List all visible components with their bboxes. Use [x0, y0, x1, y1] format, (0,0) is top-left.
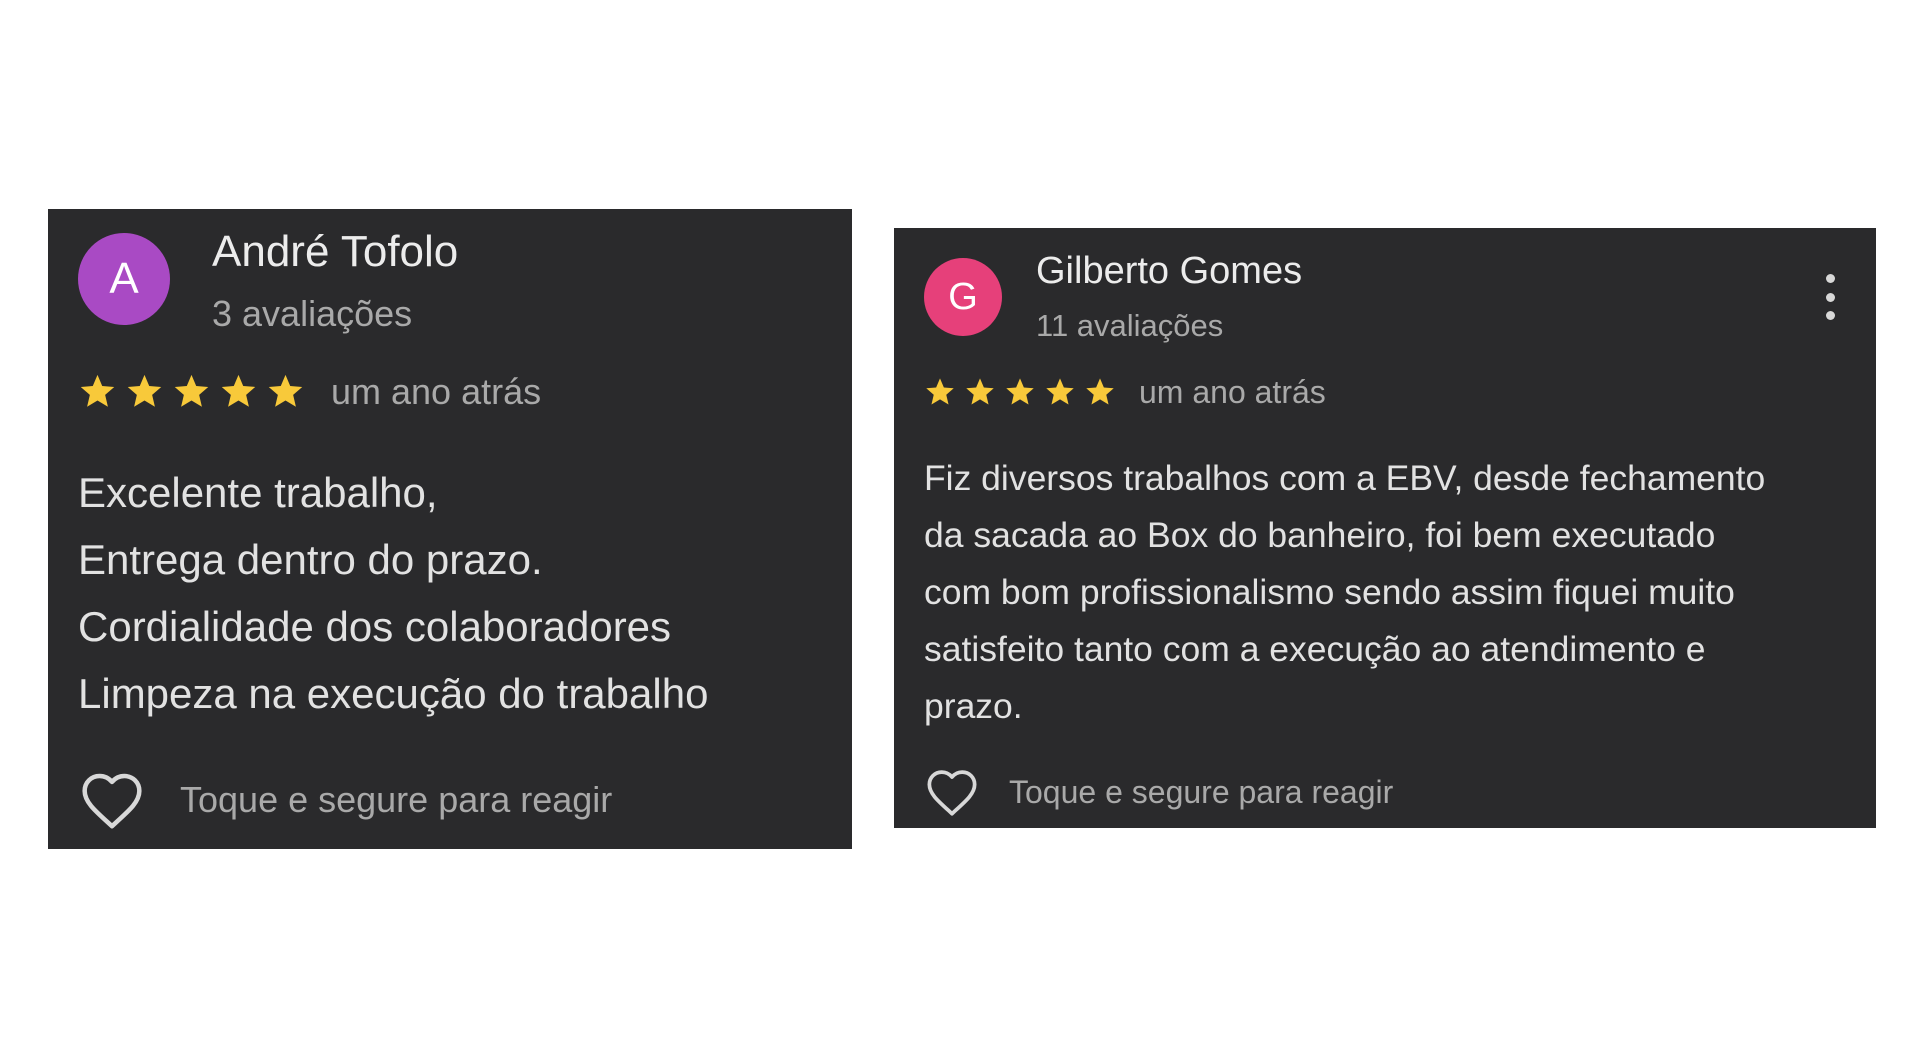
- star-icon: [966, 378, 994, 405]
- star-icon: [127, 374, 162, 407]
- heart-outline-icon[interactable]: [78, 769, 146, 831]
- star-icon: [926, 378, 954, 405]
- review-card: A André Tofolo 3 avaliações um ano atrás…: [48, 209, 852, 849]
- star-icon: [221, 374, 256, 407]
- review-card: G Gilberto Gomes 11 avaliações um ano at…: [894, 228, 1876, 828]
- react-label[interactable]: Toque e segure para reagir: [180, 779, 612, 821]
- review-text-line: satisfeito tanto com a execução ao atend…: [924, 629, 1706, 669]
- review-text-line: Fiz diversos trabalhos com a EBV, desde …: [924, 458, 1766, 498]
- menu-dot: [1825, 311, 1835, 320]
- review-text-line: Entrega dentro do prazo.: [78, 536, 543, 583]
- react-row[interactable]: Toque e segure para reagir: [924, 766, 1393, 818]
- review-text-line: com bom profissionalismo sendo assim fiq…: [924, 572, 1735, 612]
- reviewer-name[interactable]: André Tofolo: [212, 227, 458, 277]
- review-text: Excelente trabalho, Entrega dentro do pr…: [78, 459, 708, 727]
- menu-dot: [1825, 274, 1835, 283]
- menu-dot: [1825, 292, 1835, 302]
- react-label[interactable]: Toque e segure para reagir: [1009, 774, 1393, 811]
- heart-outline-icon[interactable]: [924, 766, 980, 818]
- star-icon: [80, 374, 115, 407]
- avatar[interactable]: A: [78, 233, 170, 325]
- review-text-line: Cordialidade dos colaboradores: [78, 603, 672, 650]
- review-date: um ano atrás: [1139, 374, 1326, 410]
- review-text-line: da sacada ao Box do banheiro, foi bem ex…: [924, 515, 1716, 555]
- review-text-line: prazo.: [924, 686, 1023, 726]
- review-count: 3 avaliações: [212, 293, 413, 334]
- more-vertical-icon[interactable]: [1824, 274, 1836, 320]
- react-row[interactable]: Toque e segure para reagir: [78, 769, 612, 831]
- star-icon: [1006, 378, 1034, 405]
- star-icon: [174, 374, 209, 407]
- reviewer-name[interactable]: Gilberto Gomes: [1036, 250, 1302, 293]
- star-rating: [78, 372, 305, 411]
- star-icon: [1086, 378, 1114, 405]
- review-count: 11 avaliações: [1036, 308, 1224, 343]
- review-text: Fiz diversos trabalhos com a EBV, desde …: [924, 450, 1765, 735]
- avatar[interactable]: G: [924, 258, 1002, 336]
- star-icon: [1046, 378, 1074, 405]
- review-text-line: Excelente trabalho,: [78, 469, 438, 516]
- review-text-line: Limpeza na execução do trabalho: [78, 670, 709, 717]
- star-rating: [924, 376, 1116, 408]
- star-icon: [268, 374, 303, 407]
- review-date: um ano atrás: [331, 371, 542, 412]
